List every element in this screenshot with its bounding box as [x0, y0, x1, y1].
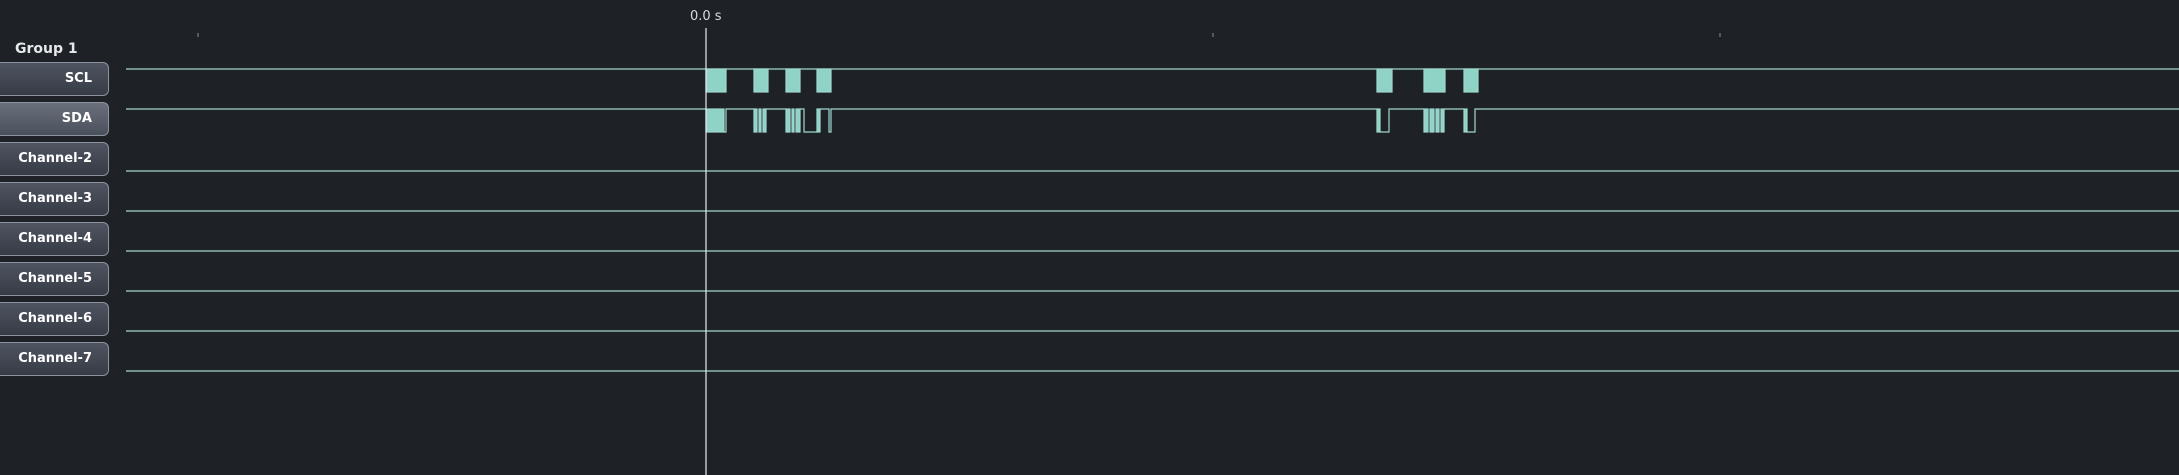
- scl-trace: [126, 68, 2179, 93]
- channel-button-channel-4[interactable]: Channel-4: [0, 222, 109, 256]
- channel-button-sda[interactable]: SDA: [0, 102, 109, 136]
- sda-trace: [126, 108, 2179, 133]
- group-label: Group 1: [15, 41, 78, 57]
- channel-button-channel-6[interactable]: Channel-6: [0, 302, 109, 336]
- channel-button-channel-3[interactable]: Channel-3: [0, 182, 109, 216]
- waveform-area[interactable]: [0, 0, 2179, 475]
- channel-button-channel-2[interactable]: Channel-2: [0, 142, 109, 176]
- channel-button-channel-7[interactable]: Channel-7: [0, 342, 109, 376]
- time-cursor-label: 0.0 s: [690, 9, 722, 24]
- logic-analyzer-view: 0.0 s Group 1 SCL SDA Channel-2 Channel-…: [0, 0, 2179, 475]
- channel-button-scl[interactable]: SCL: [0, 62, 109, 96]
- channel-button-channel-5[interactable]: Channel-5: [0, 262, 109, 296]
